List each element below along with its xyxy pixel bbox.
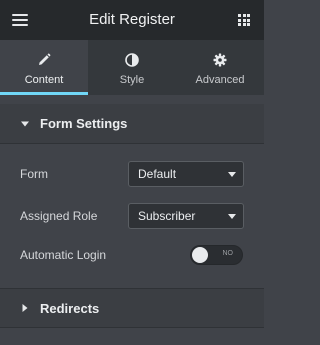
tab-content-label: Content — [24, 74, 64, 86]
toggle-state-text: NO — [222, 250, 234, 257]
caret-right-icon — [20, 303, 30, 313]
tab-advanced[interactable]: Advanced — [176, 40, 264, 95]
panel-title: Edit Register — [89, 11, 175, 28]
automatic-login-label: Automatic Login — [20, 248, 107, 262]
automatic-login-row: Automatic Login NO — [0, 241, 264, 269]
gear-icon — [212, 52, 228, 68]
panel-bottom-area — [0, 329, 264, 345]
assigned-role-select[interactable]: Subscriber — [128, 203, 244, 229]
caret-down-icon — [20, 121, 30, 127]
form-settings-body: Form Default Assigned Role Subscriber Au… — [0, 145, 264, 280]
grid-apps-icon[interactable] — [238, 14, 250, 26]
assigned-role-row: Assigned Role Subscriber — [0, 202, 264, 230]
form-select[interactable]: Default — [128, 161, 244, 187]
form-row: Form Default — [0, 160, 264, 188]
tab-advanced-label: Advanced — [195, 74, 245, 86]
form-settings-section-toggle[interactable]: Form Settings — [0, 104, 264, 144]
form-select-value: Default — [138, 167, 177, 181]
panel-header: Edit Register — [0, 0, 264, 40]
redirects-title: Redirects — [40, 300, 100, 316]
automatic-login-toggle[interactable]: NO — [190, 245, 243, 265]
assigned-role-select-value: Subscriber — [138, 209, 196, 223]
tab-style-label: Style — [119, 74, 145, 86]
half-circle-contrast-icon — [124, 52, 140, 68]
form-label: Form — [20, 167, 48, 181]
form-settings-title: Form Settings — [40, 116, 128, 131]
chevron-down-icon — [228, 172, 236, 177]
tab-style[interactable]: Style — [88, 40, 176, 95]
redirects-section-toggle[interactable]: Redirects — [0, 288, 264, 328]
panel-tabs: Content Style Advanced — [0, 40, 264, 95]
pencil-icon — [36, 52, 52, 68]
assigned-role-label: Assigned Role — [20, 209, 98, 223]
tab-content[interactable]: Content — [0, 40, 88, 95]
chevron-down-icon — [228, 214, 236, 219]
toggle-knob — [192, 247, 208, 263]
